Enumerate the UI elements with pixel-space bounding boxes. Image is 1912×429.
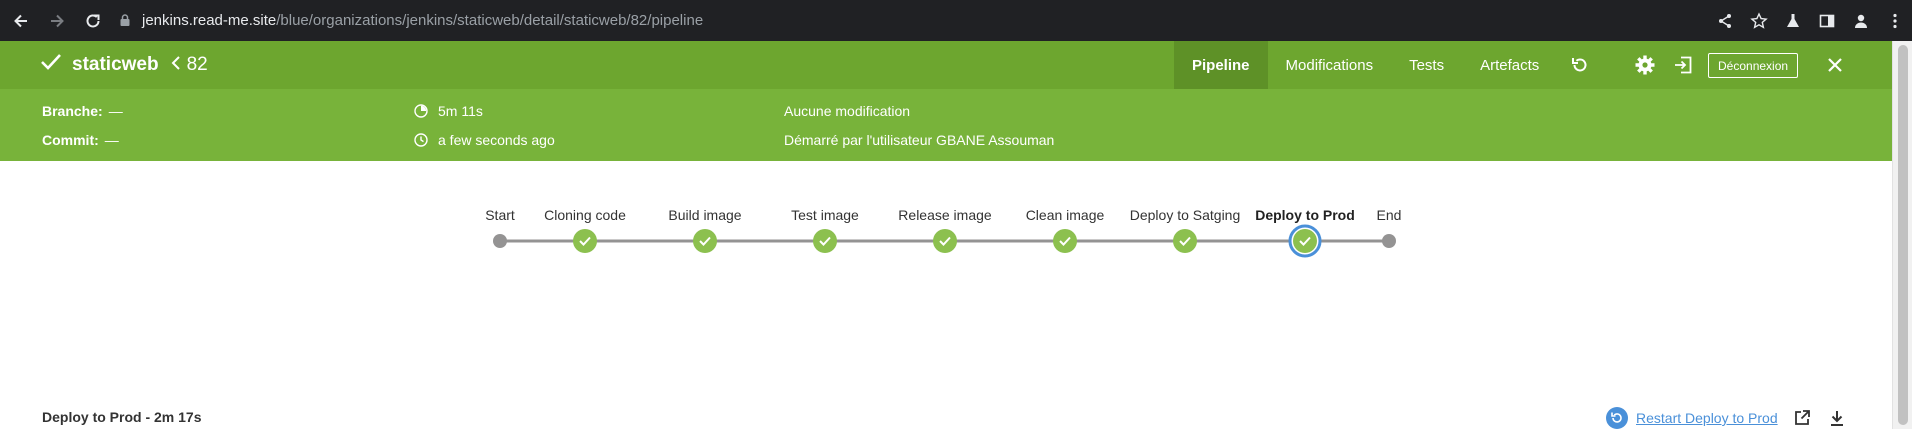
run-tabs: Pipeline Modifications Tests Artefacts [1174,41,1557,89]
step-title: Deploy to Prod - 2m 17s [42,409,202,425]
stage-node-cloning-code[interactable] [573,229,597,253]
clock-icon [413,132,429,148]
stage-node-deploy-to-satging[interactable] [1173,229,1197,253]
rerun-icon[interactable] [1568,53,1592,77]
pipeline-graph: Start Cloning code Build image Test image Re… [0,161,1892,361]
reload-icon[interactable] [78,6,108,36]
run-header: staticweb 82 Pipeline Modifications Test… [0,41,1892,89]
logout-button[interactable]: Déconnexion [1708,53,1799,78]
stage-label: Build image [668,207,742,223]
stage-label: Release image [898,207,992,223]
stage-label: Start [485,207,515,223]
started-value: a few seconds ago [438,132,555,148]
branch-value: — [108,103,123,119]
stage-label: Cloning code [544,207,626,223]
run-number: 82 [186,54,208,75]
stage-node-release-image[interactable] [933,229,957,253]
stage-label: Test image [791,207,859,223]
restart-label: Restart Deploy to Prod [1636,410,1778,426]
open-external-icon[interactable] [1792,408,1812,428]
commit-value: — [104,132,119,148]
success-check-icon [40,53,62,77]
duration-value: 5m 11s [438,103,483,119]
gear-icon[interactable] [1633,53,1657,77]
job-name[interactable]: staticweb [72,54,159,76]
stage-label: Deploy to Prod [1255,207,1355,223]
stage-node-end [1382,234,1396,248]
stage-label: Clean image [1025,207,1105,223]
stage-label: End [1376,207,1402,223]
step-header: Deploy to Prod - 2m 17s Restart Deploy t… [0,405,1892,429]
lock-icon [118,13,132,27]
close-icon[interactable] [1823,53,1847,77]
stage-node-start [493,234,507,248]
changes-text: Aucune modification [784,103,911,119]
browser-menu-icon[interactable] [1878,6,1912,36]
tab-pipeline[interactable]: Pipeline [1174,41,1268,89]
stage-node-build-image[interactable] [693,229,717,253]
back-icon[interactable] [6,6,36,36]
duration-icon [413,103,429,119]
tab-artefacts[interactable]: Artefacts [1462,41,1557,89]
browser-toolbar: jenkins.read-me.site/blue/organizations/… [0,0,1912,41]
forward-icon[interactable] [42,6,72,36]
tab-tests[interactable]: Tests [1391,41,1462,89]
restart-icon [1606,407,1628,429]
started-by-text: Démarré par l'utilisateur GBANE Assouman [784,132,1055,148]
run-details: Branche: — Commit: — 5m 11s a few second… [0,89,1892,161]
stage-node-test-image[interactable] [813,229,837,253]
pipeline-graph-canvas [493,224,1396,258]
profile-icon[interactable] [1844,6,1878,36]
scrollbar-thumb[interactable] [1898,45,1908,425]
exit-classic-icon[interactable] [1671,53,1695,77]
address-bar[interactable]: jenkins.read-me.site/blue/organizations/… [118,8,703,32]
stage-node-clean-image[interactable] [1053,229,1077,253]
vertical-scrollbar[interactable] [1892,41,1912,429]
duration-row: 5m 11s [413,101,483,121]
share-icon[interactable] [1708,6,1742,36]
download-icon[interactable] [1827,408,1847,428]
branch-label: Branche: [42,103,103,119]
tab-modifications[interactable]: Modifications [1268,41,1392,89]
commit-row: Commit: — [42,130,119,150]
stage-label: Deploy to Satging [1129,207,1241,223]
started-row: a few seconds ago [413,130,555,150]
commit-label: Commit: [42,132,99,148]
restart-stage-link[interactable]: Restart Deploy to Prod [1606,407,1778,429]
stage-node-deploy-to-prod[interactable] [1288,224,1322,258]
labs-flask-icon[interactable] [1776,6,1810,36]
bookmark-star-icon[interactable] [1742,6,1776,36]
branch-row: Branche: — [42,101,123,121]
url-path: /blue/organizations/jenkins/staticweb/de… [276,11,704,29]
chevron-left-icon [171,54,181,76]
url-host: jenkins.read-me.site [142,11,277,29]
run-title: staticweb 82 [40,41,208,89]
side-panel-icon[interactable] [1810,6,1844,36]
